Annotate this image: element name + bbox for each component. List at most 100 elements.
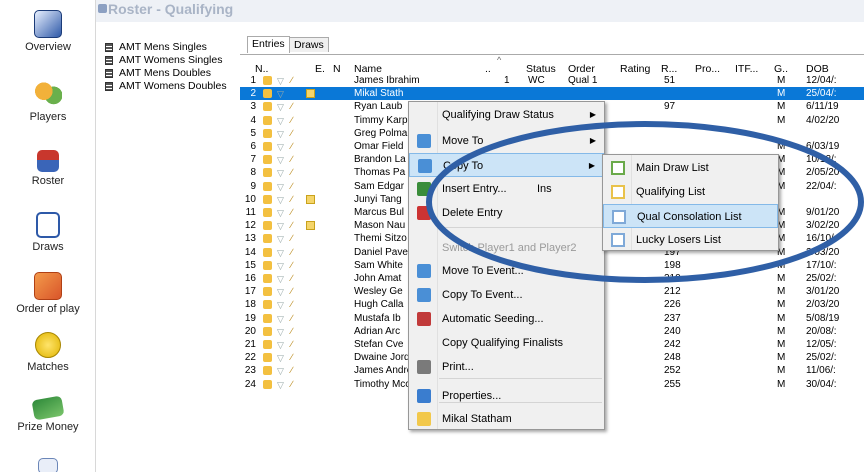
nav-players[interactable]: Players <box>0 80 96 123</box>
menu-item-label: Qual Consolation List <box>637 211 742 223</box>
context-menu-item-delete-entry[interactable]: Delete Entry <box>409 201 604 225</box>
nav-order-of-play[interactable]: Order of play <box>0 272 96 315</box>
submenu-item-lucky-losers-list[interactable]: Lucky Losers List <box>603 228 778 252</box>
pencil-icon[interactable]: ∕ <box>291 193 293 206</box>
pencil-icon[interactable]: ∕ <box>291 140 293 153</box>
note-icon[interactable] <box>306 194 315 204</box>
nav-draws[interactable]: Draws <box>0 212 96 253</box>
pencil-icon[interactable]: ∕ <box>291 74 293 87</box>
flag-icon[interactable]: ▽ <box>277 194 284 207</box>
flag-icon[interactable]: ▽ <box>277 115 284 128</box>
nav-prize-money[interactable]: Prize Money <box>0 395 96 433</box>
pencil-icon[interactable]: ∕ <box>291 325 293 338</box>
pencil-icon[interactable]: ∕ <box>291 127 293 140</box>
pencil-icon[interactable]: ∕ <box>291 153 293 166</box>
pencil-icon[interactable]: ∕ <box>291 219 293 232</box>
context-menu-item-copy-to-event[interactable]: Copy To Event... <box>409 283 604 307</box>
tab-draws[interactable]: Draws <box>289 37 329 52</box>
pencil-icon[interactable]: ∕ <box>291 259 293 272</box>
pencil-icon[interactable]: ∕ <box>291 272 293 285</box>
pencil-icon[interactable]: ∕ <box>291 206 293 219</box>
player-icon <box>263 274 272 283</box>
nav-label: Matches <box>27 361 69 373</box>
flag-icon[interactable]: ▽ <box>277 313 284 326</box>
context-menu-item-insert-entry[interactable]: Insert Entry... Ins <box>409 177 604 201</box>
flag-icon[interactable]: ▽ <box>277 247 284 260</box>
flag-icon[interactable]: ▽ <box>277 365 284 378</box>
tab-entries[interactable]: Entries <box>247 36 290 53</box>
flag-icon[interactable]: ▽ <box>277 181 284 194</box>
submenu-item-qualifying-list[interactable]: Qualifying List <box>603 180 778 204</box>
context-menu-item-properties[interactable]: Properties... <box>409 384 604 408</box>
gender-value: M <box>777 286 786 298</box>
flag-icon[interactable]: ▽ <box>277 286 284 299</box>
player-name: James Ibrahim <box>354 75 420 86</box>
flag-icon[interactable]: ▽ <box>277 141 284 154</box>
context-menu-item-move-to[interactable]: Move To ▶ <box>409 129 604 153</box>
event-label: AMT Womens Singles <box>119 54 223 66</box>
pencil-icon[interactable]: ∕ <box>291 364 293 377</box>
pencil-icon[interactable]: ∕ <box>291 232 293 245</box>
dob-value: 12/04/: <box>806 75 837 86</box>
flag-icon[interactable]: ▽ <box>277 326 284 339</box>
flag-icon[interactable]: ▽ <box>277 379 284 392</box>
pencil-icon[interactable]: ∕ <box>291 378 293 391</box>
pencil-icon[interactable]: ∕ <box>291 180 293 193</box>
player-icon <box>263 234 272 244</box>
row-number: 24 <box>244 378 256 390</box>
pencil-icon[interactable]: ∕ <box>291 166 293 179</box>
context-menu-item-print[interactable]: Print... <box>409 355 604 379</box>
flag-icon[interactable]: ▽ <box>277 352 284 365</box>
nav-more[interactable] <box>0 458 96 472</box>
flag-icon[interactable]: ▽ <box>277 299 284 312</box>
flag-icon[interactable]: ▽ <box>277 207 284 220</box>
event-item[interactable]: AMT Womens Doubles <box>105 80 227 92</box>
menu-item-label: Main Draw List <box>636 162 709 174</box>
pencil-icon[interactable]: ∕ <box>291 298 293 311</box>
flag-icon[interactable]: ▽ <box>277 260 284 273</box>
context-menu-item-qualifying-draw-status[interactable]: Qualifying Draw Status ▶ <box>409 103 604 127</box>
note-icon[interactable] <box>306 221 315 231</box>
player-name: Brandon La <box>354 154 406 166</box>
player-name: Thomas Pa <box>354 167 406 179</box>
nav-label: Overview <box>25 41 71 53</box>
dob-value: 2/03/20 <box>806 246 840 258</box>
pencil-icon[interactable]: ∕ <box>291 351 293 364</box>
context-menu-item-automatic-seeding[interactable]: Automatic Seeding... <box>409 307 604 331</box>
flag-icon[interactable]: ▽ <box>277 75 284 88</box>
flag-icon[interactable]: ▽ <box>277 220 284 233</box>
flag-icon[interactable]: ▽ <box>277 233 284 246</box>
flag-icon[interactable]: ▽ <box>277 273 284 286</box>
submenu-item-main-draw-list[interactable]: Main Draw List <box>603 156 778 180</box>
submenu-item-qual-consolation-list[interactable]: Qual Consolation List <box>603 204 778 228</box>
pencil-icon[interactable]: ∕ <box>291 312 293 325</box>
event-item[interactable]: AMT Mens Singles <box>105 41 207 53</box>
gender-value: M <box>777 299 786 311</box>
dob-value: 5/08/19 <box>806 312 840 324</box>
table-row[interactable]: 1 James Ibrahim 1 WC Qual 1 51 M 12/04/: ▽ ∕ <box>240 74 864 87</box>
flag-icon[interactable]: ▽ <box>277 167 284 180</box>
table-row[interactable]: 2 Mikal Stath M 25/04/: ▽ <box>240 87 864 101</box>
flag-icon[interactable]: ▽ <box>277 339 284 352</box>
gender-value: M <box>777 88 786 100</box>
gender-value: M <box>777 273 786 284</box>
flag-icon[interactable]: ▽ <box>277 101 284 114</box>
event-item[interactable]: AMT Womens Singles <box>105 54 222 66</box>
nav-overview[interactable]: Overview <box>0 10 96 53</box>
context-menu-item-copy-qualifying-finalists[interactable]: Copy Qualifying Finalists <box>409 331 604 355</box>
context-menu-item-copy-to[interactable]: Copy To ▶ <box>409 153 604 177</box>
context-menu-item-mikal-statham[interactable]: Mikal Statham <box>409 407 604 431</box>
flag-icon[interactable]: ▽ <box>277 154 284 167</box>
note-icon[interactable] <box>306 89 315 99</box>
pencil-icon[interactable]: ∕ <box>291 338 293 351</box>
event-item[interactable]: AMT Mens Doubles <box>105 67 211 79</box>
context-menu-item-move-to-event[interactable]: Move To Event... <box>409 259 604 283</box>
pencil-icon[interactable]: ∕ <box>291 114 293 127</box>
nav-matches[interactable]: Matches <box>0 332 96 373</box>
pencil-icon[interactable]: ∕ <box>291 246 293 259</box>
pencil-icon[interactable]: ∕ <box>291 100 293 113</box>
flag-icon[interactable]: ▽ <box>277 88 284 101</box>
nav-roster[interactable]: Roster <box>0 150 96 187</box>
flag-icon[interactable]: ▽ <box>277 128 284 141</box>
pencil-icon[interactable]: ∕ <box>291 285 293 298</box>
